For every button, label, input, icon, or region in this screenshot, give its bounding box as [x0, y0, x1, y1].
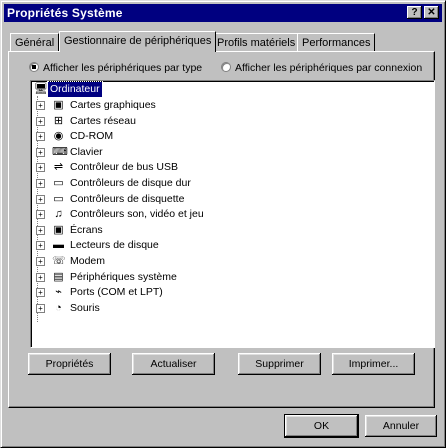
- expand-plus-icon[interactable]: +: [36, 116, 45, 126]
- remove-button[interactable]: Supprimer: [238, 353, 321, 375]
- display-adapter-icon: ▣: [53, 99, 64, 111]
- tab-general[interactable]: Général: [10, 33, 60, 52]
- tree-item-label: CD-ROM: [70, 130, 114, 143]
- expand-plus-icon[interactable]: +: [36, 288, 45, 298]
- tree-item-label: Lecteurs de disque: [70, 239, 159, 252]
- sound-video-game-icon: ♫: [54, 208, 63, 221]
- expand-plus-icon[interactable]: +: [36, 272, 45, 282]
- tree-item-label: Écrans: [70, 223, 103, 236]
- hard-disk-controller-icon: ▭: [53, 177, 64, 189]
- tree-item-label: Souris: [70, 301, 100, 314]
- expand-plus-icon[interactable]: +: [36, 225, 45, 235]
- network-adapter-icon: ⊞: [53, 114, 64, 127]
- print-button[interactable]: Imprimer...: [332, 353, 415, 375]
- radio-view-by-type[interactable]: Afficher les périphériques par type: [29, 62, 202, 74]
- window-title: Propriétés Système: [7, 6, 123, 20]
- ok-button[interactable]: OK: [285, 415, 358, 437]
- monitor-icon: ▣: [53, 223, 64, 236]
- cdrom-icon: ◉: [53, 130, 64, 143]
- radio-view-by-type-label: Afficher les périphériques par type: [43, 62, 203, 74]
- properties-button[interactable]: Propriétés: [28, 353, 111, 375]
- expand-plus-icon[interactable]: +: [36, 147, 45, 157]
- mouse-icon: ◔: [55, 301, 62, 314]
- close-icon: ✕: [427, 7, 436, 18]
- tree-item-label: Contrôleur de bus USB: [70, 161, 178, 174]
- disk-drive-icon: ▬: [53, 239, 64, 252]
- expand-plus-icon[interactable]: +: [36, 101, 45, 110]
- expand-plus-icon[interactable]: +: [36, 210, 45, 220]
- usb-icon: ⇌: [53, 161, 64, 174]
- tree-item-label: Contrôleurs de disque dur: [70, 177, 191, 189]
- tab-performance[interactable]: Performances: [297, 33, 376, 52]
- help-button[interactable]: ?: [407, 6, 422, 19]
- refresh-button[interactable]: Actualiser: [132, 353, 215, 375]
- tab-device-manager[interactable]: Gestionnaire de périphériques: [59, 31, 217, 52]
- tree-item-label: Contrôleurs son, vidéo et jeu: [70, 208, 204, 221]
- modem-icon: ☏: [52, 255, 66, 267]
- title-bar[interactable]: Propriétés Système ? ✕: [4, 4, 442, 22]
- tab-hardware-profiles[interactable]: Profils matériels: [212, 33, 301, 52]
- expand-plus-icon[interactable]: +: [36, 241, 45, 251]
- system-devices-icon: ▤: [53, 270, 64, 283]
- floppy-controller-icon: ▭: [53, 192, 64, 205]
- radio-unchecked-icon: [221, 62, 231, 72]
- tree-root-label: Ordinateur: [47, 81, 103, 98]
- computer-icon: 🖥: [34, 83, 48, 95]
- expand-plus-icon[interactable]: +: [36, 257, 45, 266]
- radio-view-by-connection[interactable]: Afficher les périphériques par connexion: [221, 62, 422, 74]
- expand-plus-icon[interactable]: +: [36, 179, 45, 188]
- tree-item-label: Cartes réseau: [70, 114, 136, 127]
- tree-item-label: Ports (COM et LPT): [70, 286, 163, 299]
- ports-icon: ⌁: [55, 286, 62, 299]
- keyboard-icon: ⌨: [52, 145, 68, 158]
- radio-checked-icon: [29, 62, 39, 72]
- tree-item-label: Modem: [70, 255, 106, 267]
- tree-item-label: Clavier: [70, 145, 103, 158]
- tree-item-label: Contrôleurs de disquette: [70, 192, 185, 205]
- expand-plus-icon[interactable]: +: [36, 132, 45, 142]
- device-tree[interactable]: 🖥 Ordinateur + ▣ Cartes graphiques + ⊞ Cartes…: [30, 80, 435, 348]
- tree-item-label: Périphériques système: [70, 270, 177, 283]
- close-button[interactable]: ✕: [424, 6, 439, 19]
- cancel-button[interactable]: Annuler: [365, 415, 437, 437]
- expand-plus-icon[interactable]: +: [36, 194, 45, 204]
- system-properties-window: Propriétés Système ? ✕ Général Gestionna…: [0, 0, 446, 448]
- radio-view-by-connection-label: Afficher les périphériques par connexion: [235, 62, 423, 74]
- expand-plus-icon[interactable]: +: [36, 303, 45, 313]
- tree-item-label: Cartes graphiques: [70, 99, 156, 111]
- expand-plus-icon[interactable]: +: [36, 163, 45, 173]
